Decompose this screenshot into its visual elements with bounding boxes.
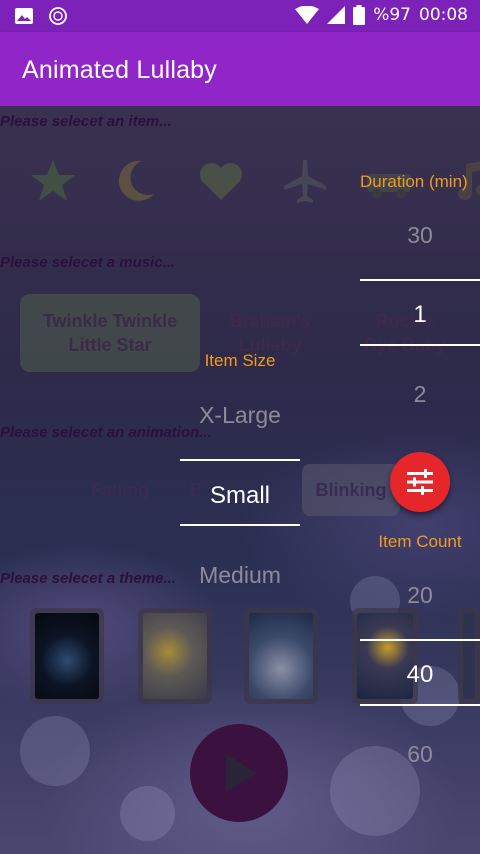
signal-icon: [327, 6, 346, 24]
animation-blinking-button[interactable]: Blinking: [302, 464, 400, 516]
duration-picker-label: Duration (min): [360, 172, 468, 191]
status-bar: %97 00:08: [0, 0, 480, 32]
duration-prev-value[interactable]: 30: [360, 222, 480, 249]
picker-divider: [360, 279, 480, 281]
item-count-next-value[interactable]: 60: [360, 741, 480, 768]
play-icon: [226, 754, 256, 792]
item-count-selected-value[interactable]: 40: [360, 661, 480, 689]
app-logo-icon: [49, 7, 67, 25]
music-twinkle-button[interactable]: Twinkle Twinkle Little Star: [20, 294, 200, 372]
item-prompt: Please selecet an item...: [0, 113, 172, 130]
clock: 00:08: [419, 5, 468, 25]
theme-partial-thumbnail[interactable]: [458, 608, 480, 704]
picker-divider: [180, 524, 300, 526]
picker-divider: [360, 639, 480, 641]
airplane-icon[interactable]: [280, 156, 330, 206]
wifi-icon: [295, 6, 320, 24]
music-label-line2: Little Star: [68, 335, 152, 355]
picker-divider: [360, 704, 480, 706]
picker-divider: [180, 459, 300, 461]
tune-sliders-icon: [407, 469, 433, 495]
play-button[interactable]: [190, 724, 288, 822]
battery-text: %97: [373, 5, 411, 25]
item-size-picker-label: Item Size: [204, 351, 276, 370]
theme-clouds-thumbnail[interactable]: [244, 608, 318, 704]
app-bar: Animated Lullaby: [0, 32, 480, 106]
heart-icon[interactable]: [196, 156, 246, 206]
moon-icon[interactable]: [112, 156, 162, 206]
theme-stars-thumbnail[interactable]: [138, 608, 212, 704]
settings-fab[interactable]: [390, 452, 450, 512]
theme-moon-thumbnail[interactable]: [352, 608, 418, 704]
item-size-prev-value[interactable]: X-Large: [170, 402, 310, 429]
music-label-line1: Twinkle Twinkle: [42, 311, 178, 331]
item-size-next-value[interactable]: Medium: [170, 562, 310, 589]
duration-selected-value[interactable]: 1: [360, 301, 480, 329]
duration-next-value[interactable]: 2: [360, 381, 480, 408]
item-count-picker-label: Item Count: [378, 532, 462, 551]
music-prompt: Please selecet a music...: [0, 254, 176, 271]
app-title: Animated Lullaby: [22, 56, 217, 84]
item-count-prev-value[interactable]: 20: [360, 582, 480, 609]
theme-night-thumbnail[interactable]: [30, 608, 104, 704]
animation-falling-button[interactable]: Falling: [80, 464, 160, 516]
star-icon[interactable]: [28, 156, 78, 206]
battery-icon: [353, 5, 366, 25]
music-label-line1: Braham's: [229, 311, 311, 331]
bokeh-light: [20, 716, 90, 786]
picker-divider: [360, 344, 480, 346]
image-icon: [15, 8, 33, 24]
theme-prompt: Please selecet a theme...: [0, 570, 176, 587]
bokeh-light: [120, 786, 175, 841]
item-size-selected-value[interactable]: Small: [170, 482, 310, 510]
